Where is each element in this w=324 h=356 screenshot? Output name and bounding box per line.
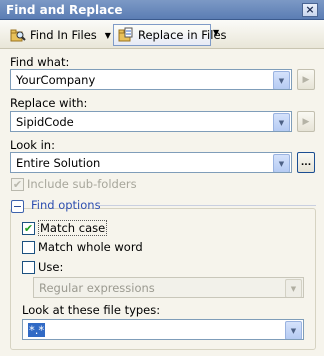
window-title: Find and Replace	[6, 3, 123, 17]
look-in-dropdown-icon[interactable]: ▼	[273, 154, 290, 172]
find-what-dropdown-icon[interactable]: ▼	[273, 71, 290, 89]
use-checkbox[interactable]	[22, 261, 35, 274]
look-in-label: Look in:	[10, 138, 55, 152]
use-type-select[interactable]: Regular expressions ▼	[33, 277, 304, 298]
find-in-files-dropdown-icon[interactable]: ▼	[105, 31, 111, 40]
replace-with-input[interactable]: SipidCode ▼	[10, 111, 292, 132]
collapse-find-options-button[interactable]	[11, 200, 24, 213]
replace-with-dropdown-icon[interactable]: ▼	[273, 113, 290, 131]
find-what-input[interactable]: YourCompany ▼	[10, 69, 292, 90]
replace-expression-builder-button[interactable]: ▶	[297, 111, 315, 132]
close-icon: ×	[305, 3, 315, 16]
close-button[interactable]: ×	[302, 3, 318, 17]
find-options-divider	[99, 205, 316, 206]
match-whole-word-label: Match whole word	[38, 240, 143, 254]
match-case-label: Match case	[38, 220, 108, 236]
file-types-input[interactable]: *.* ▼	[22, 319, 304, 340]
match-case-checkbox[interactable]: ✔	[22, 222, 35, 235]
file-types-label: Look at these file types:	[22, 303, 161, 317]
include-subfolders-checkbox[interactable]: ✔	[11, 178, 24, 191]
find-in-files-label: Find In Files	[30, 28, 97, 42]
replace-in-files-button[interactable]: Replace in Files	[113, 24, 227, 46]
find-in-files-button[interactable]: Find In Files ▼	[6, 24, 111, 46]
match-whole-word-checkbox[interactable]	[22, 241, 35, 254]
replace-in-files-dropdown-icon[interactable]: ▼	[213, 28, 219, 37]
title-bar: Find and Replace	[0, 0, 324, 20]
look-in-select[interactable]: Entire Solution ▼	[10, 152, 292, 173]
use-type-dropdown-icon[interactable]: ▼	[285, 279, 302, 297]
checkmark-icon: ✔	[12, 178, 23, 191]
use-label: Use:	[38, 260, 64, 274]
browse-button[interactable]: ...	[297, 152, 315, 173]
checkmark-icon: ✔	[23, 222, 34, 235]
find-what-label: Find what:	[10, 55, 70, 69]
right-arrow-icon: ▶	[302, 74, 310, 85]
replace-in-files-icon	[118, 27, 134, 43]
right-arrow-icon: ▶	[302, 116, 310, 127]
minus-icon	[14, 206, 21, 207]
include-subfolders-label: Include sub-folders	[27, 177, 137, 191]
find-options-heading[interactable]: Find options	[31, 198, 101, 212]
find-expression-builder-button[interactable]: ▶	[297, 69, 315, 90]
replace-with-label: Replace with:	[10, 96, 88, 110]
file-types-dropdown-icon[interactable]: ▼	[285, 321, 302, 339]
find-in-files-icon	[10, 27, 26, 43]
